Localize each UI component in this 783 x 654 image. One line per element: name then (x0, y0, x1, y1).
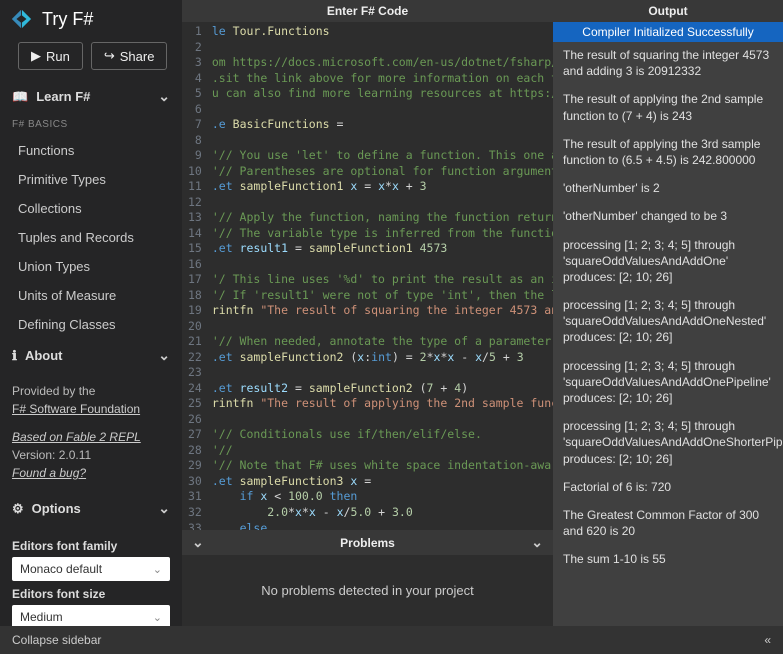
output-line: processing [1; 2; 3; 4; 5] through 'squa… (553, 292, 783, 353)
output-line: 'otherNumber' changed to be 3 (553, 203, 783, 231)
foundation-link[interactable]: F# Software Foundation (12, 402, 140, 416)
chevron-down-icon[interactable]: ⌄ (531, 534, 543, 551)
fsharp-logo-icon (10, 8, 32, 30)
output-line: Factorial of 6 is: 720 (553, 474, 783, 502)
output-body: Compiler Initialized Successfully The re… (553, 22, 783, 626)
font-size-select[interactable]: Medium (12, 605, 170, 626)
version-text: Version: 2.0.11 (12, 446, 170, 464)
repl-link[interactable]: Based on Fable 2 REPL (12, 430, 141, 444)
run-button[interactable]: ▶ Run (18, 42, 83, 70)
bug-link[interactable]: Found a bug? (12, 466, 86, 480)
sidebar: Try F# ▶ Run ↪ Share 📖 Learn F# ⌄ F# BASICS… (0, 0, 182, 626)
chevron-down-icon: ⌄ (158, 88, 170, 105)
code-editor[interactable]: 1 2 3 4 5 6 7 8 9 10 11 12 13 14 15 16 1… (182, 22, 553, 530)
book-icon: 📖 (12, 89, 28, 105)
options-section-header[interactable]: ⚙ Options ⌄ (0, 492, 182, 525)
basics-subheader: F# BASICS (0, 113, 182, 136)
chevron-down-icon[interactable]: ⌄ (192, 534, 204, 551)
problems-body: No problems detected in your project (182, 555, 553, 626)
output-title: Output (553, 0, 783, 22)
font-family-label: Editors font family (12, 539, 170, 553)
options-label: Options (32, 501, 81, 516)
nav-list: FunctionsPrimitive TypesCollectionsTuple… (0, 136, 182, 339)
sidebar-item-primitive-types[interactable]: Primitive Types (0, 165, 182, 194)
output-line: The Greatest Common Factor of 300 and 62… (553, 502, 783, 546)
play-icon: ▶ (31, 48, 41, 64)
output-line: processing [1; 2; 3; 4; 5] through 'squa… (553, 353, 783, 414)
share-button[interactable]: ↪ Share (91, 42, 168, 70)
sidebar-item-tuples-and-records[interactable]: Tuples and Records (0, 223, 182, 252)
about-label: About (25, 348, 63, 363)
provided-by: Provided by the (12, 382, 170, 400)
learn-label: Learn F# (36, 89, 90, 104)
sidebar-item-functions[interactable]: Functions (0, 136, 182, 165)
output-line: processing [1; 2; 3; 4; 5] through 'squa… (553, 413, 783, 474)
output-line: The result of applying the 2nd sample fu… (553, 86, 783, 130)
output-line: The result of squaring the integer 4573 … (553, 42, 783, 86)
share-label: Share (120, 49, 155, 64)
collapse-label: Collapse sidebar (12, 633, 101, 647)
about-section-header[interactable]: ℹ About ⌄ (0, 339, 182, 372)
problems-label: Problems (204, 536, 532, 550)
sidebar-item-defining-classes[interactable]: Defining Classes (0, 310, 182, 339)
font-size-label: Editors font size (12, 587, 170, 601)
sidebar-item-collections[interactable]: Collections (0, 194, 182, 223)
chevron-down-icon: ⌄ (158, 500, 170, 517)
editor-title: Enter F# Code (182, 0, 553, 22)
sidebar-item-union-types[interactable]: Union Types (0, 252, 182, 281)
output-line: processing [1; 2; 3; 4; 5] through 'squa… (553, 232, 783, 293)
compiler-init: Compiler Initialized Successfully (553, 22, 783, 42)
share-icon: ↪ (104, 48, 115, 64)
learn-section-header[interactable]: 📖 Learn F# ⌄ (0, 80, 182, 113)
collapse-sidebar-button[interactable]: Collapse sidebar « (0, 626, 783, 654)
output-line: 'otherNumber' is 2 (553, 175, 783, 203)
info-icon: ℹ (12, 348, 17, 364)
chevron-down-icon: ⌄ (158, 347, 170, 364)
output-line: The sum 1-10 is 55 (553, 546, 783, 574)
gear-icon: ⚙ (12, 501, 24, 517)
sidebar-item-units-of-measure[interactable]: Units of Measure (0, 281, 182, 310)
app-title: Try F# (42, 9, 93, 30)
font-family-select[interactable]: Monaco default (12, 557, 170, 581)
run-label: Run (46, 49, 70, 64)
collapse-icon: « (764, 633, 771, 647)
output-line: The result of applying the 3rd sample fu… (553, 131, 783, 175)
